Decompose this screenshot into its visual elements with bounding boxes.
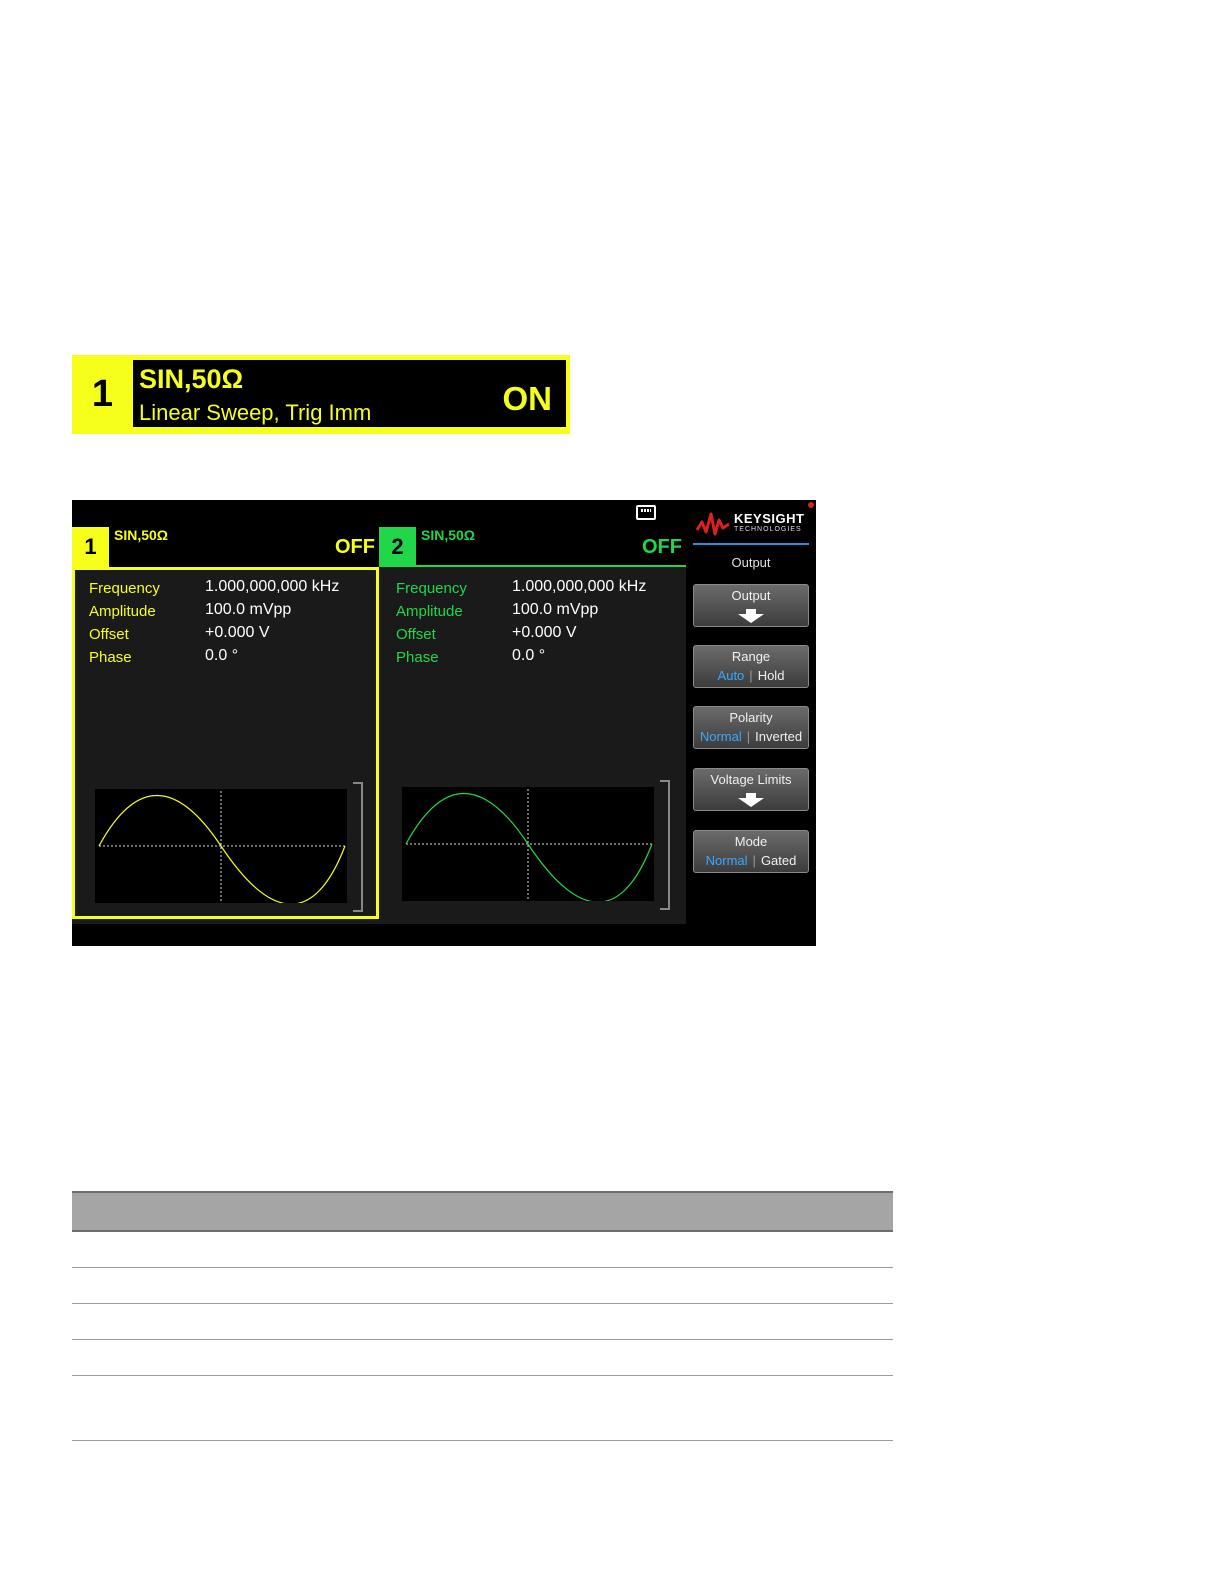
channel-1-number: 1 <box>72 527 109 567</box>
channel-1-header[interactable]: 1 SIN,50Ω OFF <box>72 524 379 567</box>
softkey-range[interactable]: Range Auto | Hold <box>693 645 809 688</box>
channel-1-amplitude-label: Amplitude <box>89 603 156 620</box>
softkey-voltage-limits[interactable]: Voltage Limits <box>693 768 809 811</box>
instrument-display: 1 SIN,50Ω OFF Frequency 1.000,000,000 kH… <box>72 500 816 946</box>
banner-waveform: SIN,50Ω <box>139 364 244 394</box>
channel-1-output-state: OFF <box>335 536 375 558</box>
status-bar <box>72 500 686 524</box>
down-arrow-icon <box>738 793 764 807</box>
menu-title: Output <box>731 555 771 570</box>
range-option-hold: Hold <box>757 668 785 683</box>
banner-mode: Linear Sweep, Trig Imm <box>139 400 372 425</box>
channel-status-banner: 1 SIN,50Ω Linear Sweep, Trig Imm ON <box>72 355 570 434</box>
down-arrow-icon <box>738 609 764 623</box>
softkey-output[interactable]: Output <box>693 584 809 627</box>
channel-2-waveform: SIN,50Ω <box>421 527 476 543</box>
softkey-mode[interactable]: Mode Normal | Gated <box>693 830 809 873</box>
channel-1-offset-label: Offset <box>89 626 129 643</box>
banner-output-state: ON <box>502 380 553 417</box>
channel-2-frequency-value[interactable]: 1.000,000,000 kHz <box>512 578 646 596</box>
softkey-mode-label: Mode <box>734 834 768 849</box>
channel-1-scale-bracket <box>353 782 363 912</box>
usb-connected-icon <box>636 505 656 520</box>
channel-2-offset-label: Offset <box>396 626 436 643</box>
channel-2-offset-value[interactable]: +0.000 V <box>512 624 577 642</box>
softkey-mode-options: Normal | Gated <box>705 853 797 868</box>
channel-1-sine-trace <box>98 794 346 903</box>
softkey-range-options: Auto | Hold <box>717 668 785 683</box>
softkey-polarity-label: Polarity <box>729 710 773 725</box>
logo-sub-text: TECHNOLOGIES <box>734 526 802 533</box>
table-header <box>72 1191 893 1232</box>
table-row <box>72 1376 893 1441</box>
channel-2-number: 2 <box>379 527 416 567</box>
channel-1-frequency-label: Frequency <box>89 580 160 597</box>
keysight-wave-icon <box>696 512 730 536</box>
softkey-polarity[interactable]: Polarity Normal | Inverted <box>693 706 809 749</box>
softkey-voltage-limits-label: Voltage Limits <box>710 772 792 787</box>
softkey-menu: KEYSIGHT TECHNOLOGIES Output Output Rang… <box>686 500 816 946</box>
table-row <box>72 1304 893 1340</box>
keysight-logo: KEYSIGHT TECHNOLOGIES <box>696 506 808 544</box>
channel-1-frequency-value[interactable]: 1.000,000,000 kHz <box>205 578 339 596</box>
banner-channel-number: 1 <box>91 373 114 415</box>
softkey-polarity-options: Normal | Inverted <box>699 729 803 744</box>
channel-2-header[interactable]: 2 SIN,50Ω OFF <box>379 524 686 567</box>
table-row <box>72 1268 893 1304</box>
channel-2-amplitude-label: Amplitude <box>396 603 463 620</box>
channel-1-panel[interactable]: Frequency 1.000,000,000 kHz Amplitude 10… <box>72 567 379 919</box>
channel-2-scale-bracket <box>660 780 670 910</box>
table-row <box>72 1232 893 1268</box>
softkey-range-label: Range <box>731 649 771 664</box>
softkey-output-label: Output <box>731 588 771 603</box>
channel-2-phase-value[interactable]: 0.0 ° <box>512 647 545 665</box>
channel-1-phase-value[interactable]: 0.0 ° <box>205 647 238 665</box>
channel-1-amplitude-value[interactable]: 100.0 mVpp <box>205 601 291 619</box>
channel-2-phase-label: Phase <box>396 649 439 666</box>
channel-1-waveform: SIN,50Ω <box>114 527 169 543</box>
polarity-option-inverted: Inverted <box>755 729 803 744</box>
channel-2-sine-trace <box>405 792 653 901</box>
parameter-table <box>72 1191 893 1441</box>
mode-option-gated: Gated <box>760 853 797 868</box>
error-indicator-icon <box>808 502 814 508</box>
channel-2-output-state: OFF <box>642 536 682 558</box>
channel-2-amplitude-value[interactable]: 100.0 mVpp <box>512 601 598 619</box>
channel-2-panel[interactable]: Frequency 1.000,000,000 kHz Amplitude 10… <box>379 567 686 919</box>
range-option-auto: Auto <box>717 668 745 683</box>
table-row <box>72 1340 893 1376</box>
channel-1-waveform-preview <box>95 789 347 903</box>
bottom-status-bar <box>72 924 686 946</box>
logo-brand-text: KEYSIGHT <box>734 511 805 526</box>
polarity-option-normal: Normal <box>699 729 742 744</box>
logo-underline <box>693 543 809 545</box>
channel-2-waveform-preview <box>402 787 654 901</box>
channel-1-phase-label: Phase <box>89 649 132 666</box>
channel-1-offset-value[interactable]: +0.000 V <box>205 624 270 642</box>
channel-2-frequency-label: Frequency <box>396 580 467 597</box>
banner-panel: SIN,50Ω Linear Sweep, Trig Imm ON <box>133 360 566 427</box>
mode-option-normal: Normal <box>705 853 748 868</box>
